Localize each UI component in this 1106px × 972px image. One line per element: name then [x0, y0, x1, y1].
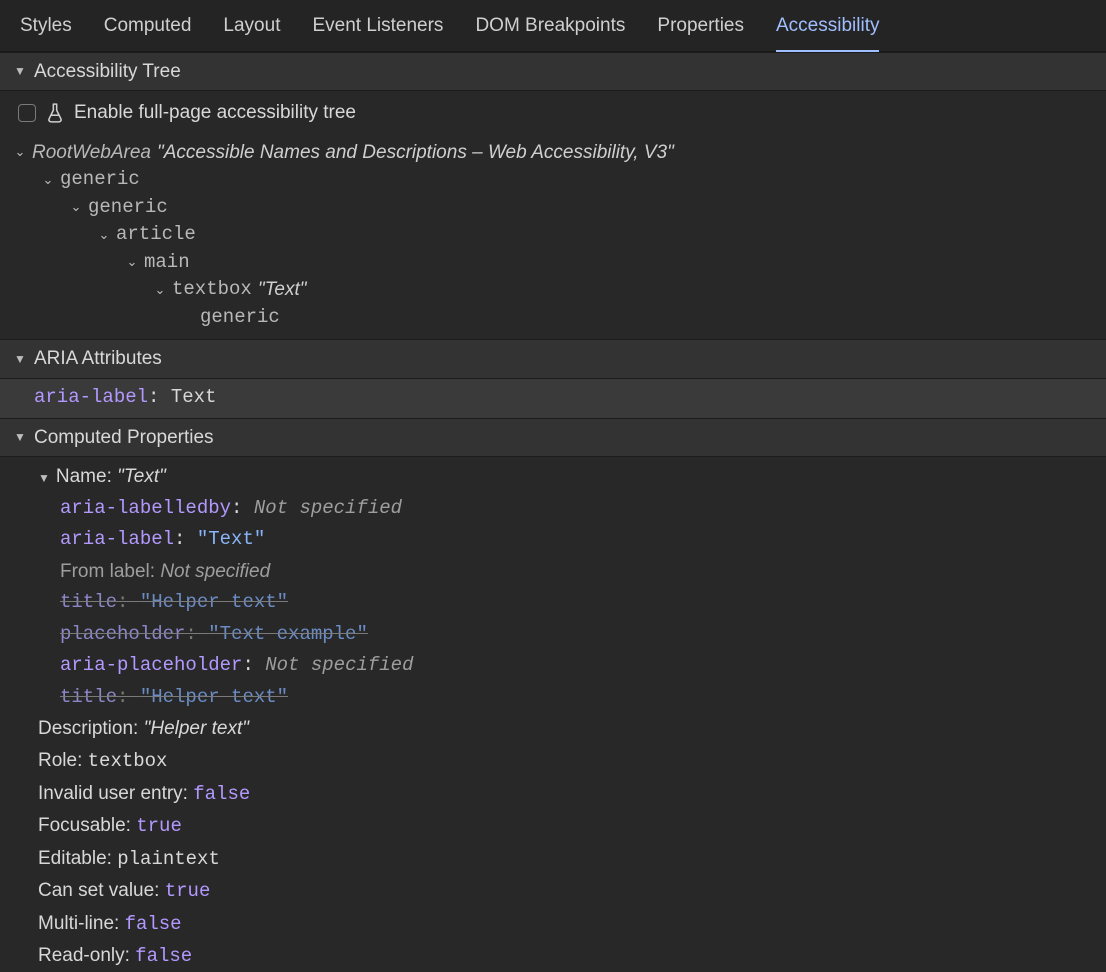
src-attr: placeholder: [60, 623, 185, 645]
separator: :: [148, 386, 171, 408]
tab-styles[interactable]: Styles: [20, 10, 72, 51]
src-value: Not specified: [254, 497, 402, 519]
chevron-down-icon: ⌄: [126, 253, 138, 272]
node-role: main: [144, 249, 190, 277]
chevron-down-icon: ⌄: [42, 171, 54, 190]
aria-attr-value: Text: [171, 386, 217, 408]
tab-event-listeners[interactable]: Event Listeners: [312, 10, 443, 51]
computed-cansetvalue-row: Can set value: true: [14, 875, 1092, 908]
name-source-title-overridden-1: title: "Helper text": [14, 587, 1092, 619]
prop-label: Description:: [38, 718, 144, 739]
disclosure-triangle-icon: ▼: [14, 63, 26, 80]
computed-readonly-row: Read-only: false: [14, 940, 1092, 972]
name-source-aria-placeholder: aria-placeholder: Not specified: [14, 650, 1092, 682]
node-role: textbox: [172, 276, 252, 304]
prop-label: Invalid user entry:: [38, 783, 193, 804]
tree-node-main[interactable]: ⌄ main: [14, 249, 1106, 277]
computed-editable-row: Editable: plaintext: [14, 843, 1092, 876]
prop-label: Name:: [56, 466, 117, 487]
tree-node-generic-1[interactable]: ⌄ generic: [14, 166, 1106, 194]
src-attr: title: [60, 591, 117, 613]
src-attr: aria-labelledby: [60, 497, 231, 519]
src-attr: From label:: [60, 561, 160, 582]
enable-full-page-tree-label: Enable full-page accessibility tree: [74, 99, 356, 127]
tab-layout[interactable]: Layout: [223, 10, 280, 51]
prop-value: false: [135, 945, 192, 967]
chevron-down-icon: ⌄: [98, 226, 110, 245]
prop-label: Editable:: [38, 848, 117, 869]
prop-value: true: [165, 880, 211, 902]
prop-value: false: [193, 783, 250, 805]
prop-value: true: [136, 815, 182, 837]
chevron-down-icon: ⌄: [14, 143, 26, 162]
disclosure-triangle-icon: ▼: [14, 351, 26, 368]
disclosure-triangle-icon: ▼: [38, 471, 56, 485]
prop-label: Role:: [38, 750, 88, 771]
computed-name-row[interactable]: ▼Name: "Text": [14, 461, 1092, 493]
section-header-computed-properties[interactable]: ▼ Computed Properties: [0, 418, 1106, 458]
tab-computed[interactable]: Computed: [104, 10, 192, 51]
section-header-accessibility-tree[interactable]: ▼ Accessibility Tree: [0, 52, 1106, 92]
chevron-down-icon: ⌄: [70, 198, 82, 217]
prop-value: textbox: [88, 750, 168, 772]
src-attr: aria-placeholder: [60, 654, 242, 676]
section-title: ARIA Attributes: [34, 345, 162, 373]
node-role: RootWebArea: [32, 139, 151, 167]
name-source-from-label: From label: Not specified: [14, 556, 1092, 588]
src-value: "Text": [197, 528, 265, 550]
tree-node-generic-leaf[interactable]: generic: [14, 304, 1106, 332]
tree-node-article[interactable]: ⌄ article: [14, 221, 1106, 249]
src-value: "Helper text": [140, 591, 288, 613]
devtools-subtabs: Styles Computed Layout Event Listeners D…: [0, 0, 1106, 52]
src-value: "Text example": [208, 623, 368, 645]
computed-role-row: Role: textbox: [14, 745, 1092, 778]
tab-accessibility[interactable]: Accessibility: [776, 10, 879, 52]
src-attr: aria-label: [60, 528, 174, 550]
experiment-flask-icon: [46, 103, 64, 123]
prop-value: "Helper text": [144, 718, 249, 739]
prop-label: Multi-line:: [38, 913, 125, 934]
src-attr: title: [60, 686, 117, 708]
prop-value: false: [125, 913, 182, 935]
prop-label: Can set value:: [38, 880, 165, 901]
section-title: Accessibility Tree: [34, 58, 181, 86]
tab-properties[interactable]: Properties: [657, 10, 744, 51]
computed-properties-panel: ▼Name: "Text" aria-labelledby: Not speci…: [0, 457, 1106, 972]
node-role: generic: [200, 304, 280, 332]
tree-node-generic-2[interactable]: ⌄ generic: [14, 194, 1106, 222]
prop-value: "Text": [117, 466, 166, 487]
computed-focusable-row: Focusable: true: [14, 810, 1092, 843]
node-role: generic: [88, 194, 168, 222]
tree-node-root[interactable]: ⌄ RootWebArea "Accessible Names and Desc…: [14, 139, 1106, 167]
prop-label: Read-only:: [38, 945, 135, 966]
accessibility-tree: ⌄ RootWebArea "Accessible Names and Desc…: [0, 135, 1106, 340]
name-source-aria-labelledby: aria-labelledby: Not specified: [14, 493, 1092, 525]
src-value: "Helper text": [140, 686, 288, 708]
tab-dom-breakpoints[interactable]: DOM Breakpoints: [475, 10, 625, 51]
node-role: article: [116, 221, 196, 249]
node-name: "Text": [258, 276, 307, 304]
node-name: "Accessible Names and Descriptions – Web…: [157, 139, 674, 167]
enable-full-page-tree-row: Enable full-page accessibility tree: [0, 91, 1106, 135]
computed-multiline-row: Multi-line: false: [14, 908, 1092, 941]
aria-attribute-row[interactable]: aria-label: Text: [0, 379, 1106, 418]
computed-invalid-row: Invalid user entry: false: [14, 778, 1092, 811]
section-title: Computed Properties: [34, 424, 214, 452]
src-value: Not specified: [160, 561, 270, 582]
node-role: generic: [60, 166, 140, 194]
enable-full-page-tree-checkbox[interactable]: [18, 104, 36, 122]
name-source-aria-label: aria-label: "Text": [14, 524, 1092, 556]
prop-value: plaintext: [117, 848, 220, 870]
prop-label: Focusable:: [38, 815, 136, 836]
aria-attr-name: aria-label: [34, 386, 148, 408]
src-value: Not specified: [265, 654, 413, 676]
name-source-title-overridden-2: title: "Helper text": [14, 682, 1092, 714]
computed-description-row: Description: "Helper text": [14, 713, 1092, 745]
chevron-down-icon: ⌄: [154, 281, 166, 300]
name-source-placeholder-overridden: placeholder: "Text example": [14, 619, 1092, 651]
tree-node-textbox[interactable]: ⌄ textbox "Text": [14, 276, 1106, 304]
section-header-aria-attributes[interactable]: ▼ ARIA Attributes: [0, 339, 1106, 379]
disclosure-triangle-icon: ▼: [14, 429, 26, 446]
